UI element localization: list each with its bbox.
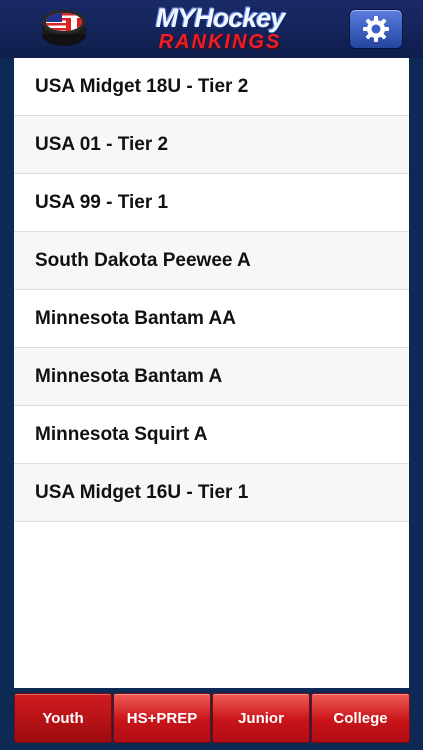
app-header: MYHockey RANKINGS xyxy=(0,0,423,58)
tab-hs-prep[interactable]: HS+PREP xyxy=(113,693,211,743)
list-item[interactable]: USA Midget 18U - Tier 2 xyxy=(14,58,409,116)
tab-junior[interactable]: Junior xyxy=(212,693,310,743)
rankings-list: USA Midget 18U - Tier 2 USA 01 - Tier 2 … xyxy=(14,58,409,688)
brand-logo-bottom: RANKINGS xyxy=(158,31,282,53)
brand-logo: MYHockey RANKINGS xyxy=(120,4,320,54)
tab-college[interactable]: College xyxy=(311,693,410,743)
list-item[interactable]: Minnesota Squirt A xyxy=(14,406,409,464)
tab-youth[interactable]: Youth xyxy=(14,693,112,743)
list-item[interactable]: Minnesota Bantam A xyxy=(14,348,409,406)
list-item[interactable]: USA 99 - Tier 1 xyxy=(14,174,409,232)
tab-bar: Youth HS+PREP Junior College xyxy=(0,688,423,750)
hockey-puck-flag-logo xyxy=(40,6,88,50)
gear-icon xyxy=(363,16,389,42)
list-item[interactable]: USA Midget 16U - Tier 1 xyxy=(14,464,409,522)
list-item[interactable]: Minnesota Bantam AA xyxy=(14,290,409,348)
list-item[interactable]: South Dakota Peewee A xyxy=(14,232,409,290)
list-item[interactable]: USA 01 - Tier 2 xyxy=(14,116,409,174)
brand-logo-top: MYHockey xyxy=(155,3,286,33)
settings-button[interactable] xyxy=(349,9,403,49)
